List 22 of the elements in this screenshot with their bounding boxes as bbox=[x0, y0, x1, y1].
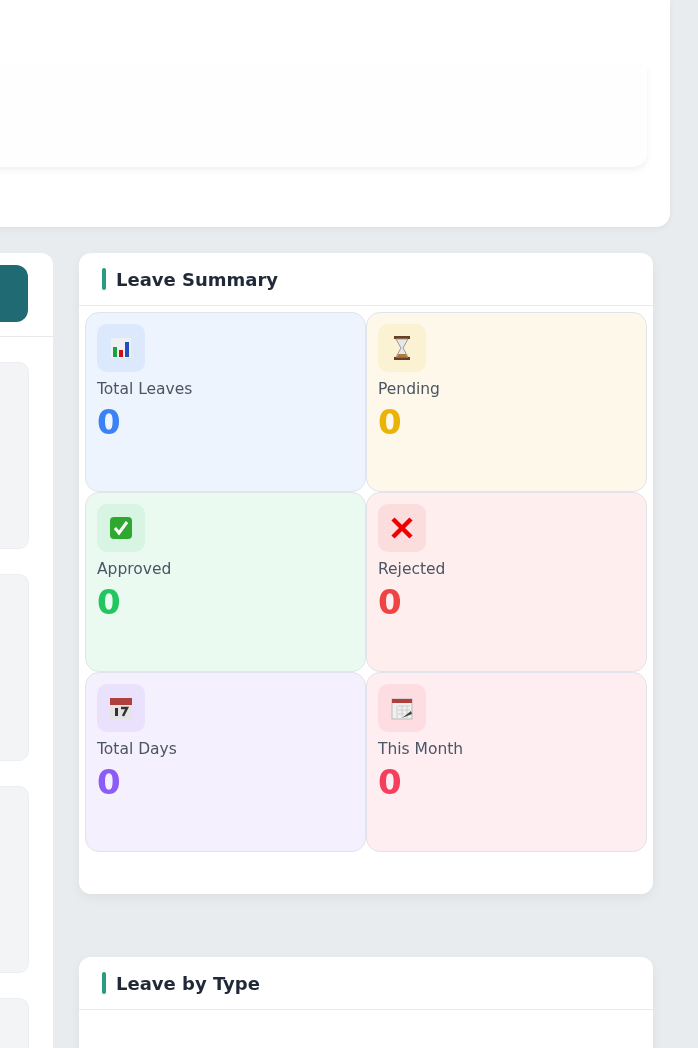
stat-value: 0 bbox=[97, 582, 121, 622]
bar-chart-icon bbox=[110, 337, 132, 359]
stat-label: This Month bbox=[378, 740, 464, 758]
accent-bar bbox=[102, 268, 106, 290]
stat-value: 0 bbox=[97, 402, 121, 442]
stat-value: 0 bbox=[97, 762, 121, 802]
stat-label: Pending bbox=[378, 380, 440, 398]
hourglass-icon bbox=[392, 336, 412, 360]
accent-bar bbox=[102, 972, 106, 994]
stat-label: Total Days bbox=[97, 740, 177, 758]
cross-icon bbox=[390, 516, 414, 540]
spiral-calendar-icon bbox=[390, 696, 414, 720]
card-title: Leave Summary bbox=[116, 268, 279, 290]
checkmark-icon bbox=[109, 516, 133, 540]
stat-value: 0 bbox=[378, 762, 402, 802]
stat-label: Total Leaves bbox=[97, 380, 193, 398]
stat-value: 0 bbox=[378, 582, 402, 622]
stat-value: 0 bbox=[378, 402, 402, 442]
stat-label: Approved bbox=[97, 560, 172, 578]
stat-label: Rejected bbox=[378, 560, 446, 578]
calendar-icon bbox=[109, 696, 133, 720]
card-title: Leave by Type bbox=[116, 972, 260, 994]
